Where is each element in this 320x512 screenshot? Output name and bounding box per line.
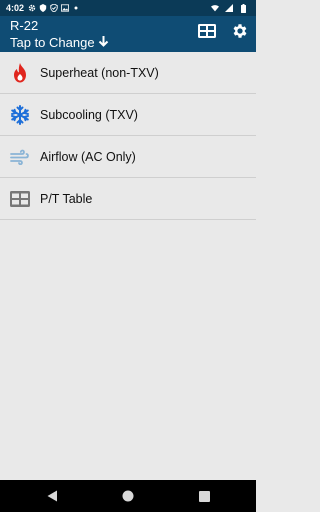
wifi-icon xyxy=(211,4,219,12)
status-bar: 4:02 xyxy=(0,0,256,16)
table-button[interactable] xyxy=(196,22,218,44)
menu-item-subcooling[interactable]: Subcooling (TXV) xyxy=(0,94,256,136)
tap-to-change[interactable]: Tap to Change xyxy=(10,35,109,50)
table-icon xyxy=(10,189,30,209)
navigation-bar xyxy=(0,480,256,512)
menu-item-airflow[interactable]: Airflow (AC Only) xyxy=(0,136,256,178)
gear-icon xyxy=(231,22,249,45)
recents-icon[interactable] xyxy=(197,489,211,503)
arrow-down-icon xyxy=(98,35,109,50)
status-time: 4:02 xyxy=(6,3,25,13)
image-icon xyxy=(61,4,70,12)
app-header: R-22 Tap to Change xyxy=(0,16,256,52)
snowflake-icon xyxy=(10,104,30,125)
menu-list: Superheat (non-TXV) Subcooling (TXV) Air… xyxy=(0,52,256,220)
menu-item-label: Airflow (AC Only) xyxy=(40,149,136,164)
gear-icon xyxy=(28,4,36,12)
home-icon[interactable] xyxy=(121,489,135,503)
back-icon[interactable] xyxy=(45,489,59,503)
refrigerant-selector[interactable]: R-22 xyxy=(10,18,38,33)
battery-icon xyxy=(239,3,247,13)
menu-item-label: Superheat (non-TXV) xyxy=(40,65,159,80)
shield-icon xyxy=(39,4,47,12)
menu-item-label: Subcooling (TXV) xyxy=(40,107,138,122)
tap-to-change-label: Tap to Change xyxy=(10,35,95,50)
signal-icon xyxy=(225,4,233,12)
menu-item-label: P/T Table xyxy=(40,191,93,206)
table-icon xyxy=(198,23,216,43)
menu-item-pt-table[interactable]: P/T Table xyxy=(0,178,256,220)
menu-item-superheat[interactable]: Superheat (non-TXV) xyxy=(0,52,256,94)
flame-icon xyxy=(10,62,30,83)
settings-button[interactable] xyxy=(229,22,251,44)
wind-icon xyxy=(10,147,30,167)
dot-icon xyxy=(72,4,80,12)
checkmark-shield-icon xyxy=(50,4,58,12)
